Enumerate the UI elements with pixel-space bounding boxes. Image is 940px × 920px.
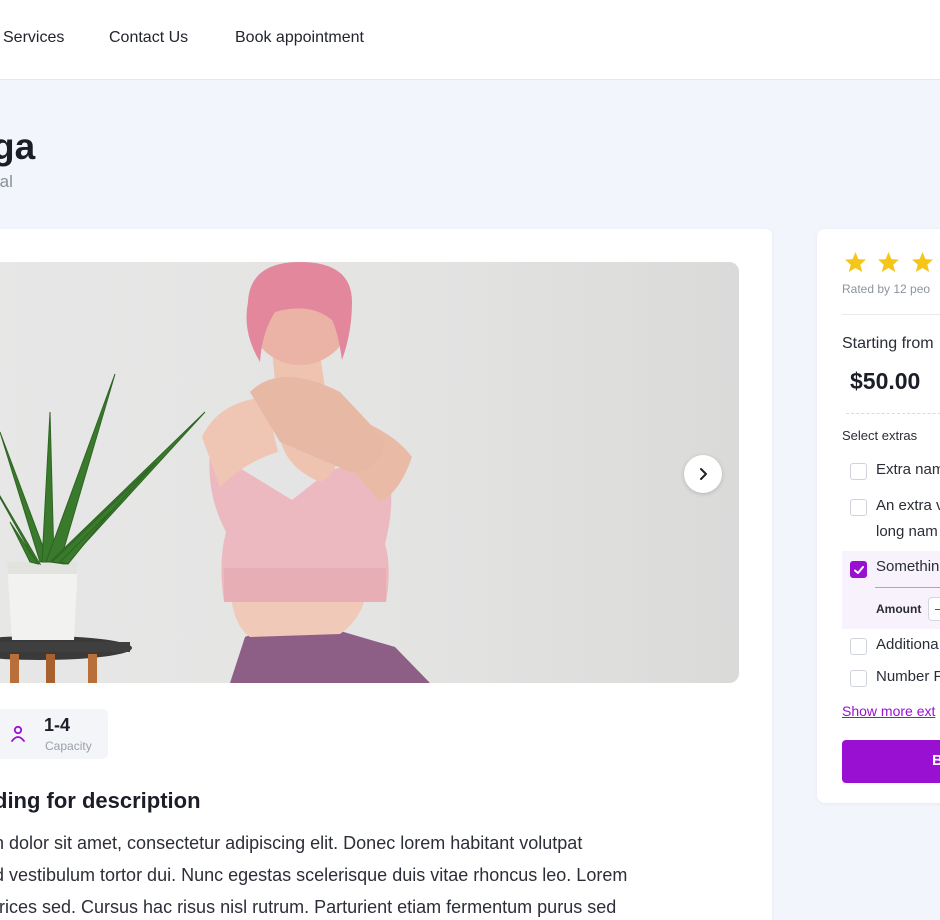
description-heading: ding for description: [0, 788, 201, 813]
extra-label: Extra nam: [876, 461, 940, 478]
nav-link-book-appointment[interactable]: Book appointment: [235, 29, 364, 47]
page-title: ga: [0, 126, 36, 167]
star-icon: [911, 251, 933, 273]
extra-label: An extra v: [876, 497, 940, 514]
rating-count: Rated by 12 peo: [842, 282, 931, 296]
amount-stepper[interactable]: [928, 597, 940, 621]
extra-checkbox[interactable]: [850, 670, 867, 687]
description-line: trices sed. Cursus hac risus nisl rutrum…: [0, 897, 617, 917]
top-navbar: Services Contact Us Book appointment: [0, 0, 940, 80]
extra-label: Number F: [876, 668, 940, 685]
star-icon: [878, 251, 900, 273]
minus-icon[interactable]: [935, 609, 940, 610]
extra-checkbox-checked[interactable]: [850, 561, 867, 578]
extra-checkbox[interactable]: [850, 463, 867, 480]
extra-checkbox[interactable]: [850, 499, 867, 516]
page-subtitle: ral: [0, 172, 13, 191]
price: $50.00: [850, 368, 921, 394]
nav-link-services[interactable]: Services: [3, 29, 64, 47]
show-more-extras-link[interactable]: Show more ext: [842, 703, 935, 719]
nav-link-contact-us[interactable]: Contact Us: [109, 29, 188, 47]
dashed-divider: [846, 413, 940, 414]
chevron-right-icon: [700, 468, 707, 480]
star-icon: [844, 251, 867, 273]
extra-checkbox[interactable]: [850, 638, 867, 655]
service-image-carousel[interactable]: [0, 262, 739, 683]
divider: [842, 314, 940, 315]
person-icon: [11, 725, 25, 742]
select-extras-label: Select extras: [842, 428, 918, 443]
extra-label: Somethin: [876, 558, 940, 575]
starting-from-label: Starting from: [842, 335, 934, 352]
book-button[interactable]: B: [842, 740, 940, 783]
capacity-badge: 1-4 Capacity: [0, 709, 108, 759]
carousel-next-button[interactable]: [684, 455, 722, 493]
extra-label-line2: long nam: [876, 523, 938, 540]
description-line: d vestibulum tortor dui. Nunc egestas sc…: [0, 865, 628, 885]
check-icon: [853, 565, 864, 574]
amount-label: Amount: [876, 602, 922, 616]
book-button-label: B: [932, 752, 940, 769]
capacity-label: Capacity: [45, 739, 92, 753]
yoga-photo: [0, 262, 739, 683]
selected-extra-underline: [875, 587, 940, 588]
rating-stars: [844, 251, 940, 273]
description-line: n dolor sit amet, consectetur adipiscing…: [0, 833, 583, 853]
capacity-value: 1-4: [44, 715, 71, 735]
extra-label: Additiona: [876, 636, 939, 653]
